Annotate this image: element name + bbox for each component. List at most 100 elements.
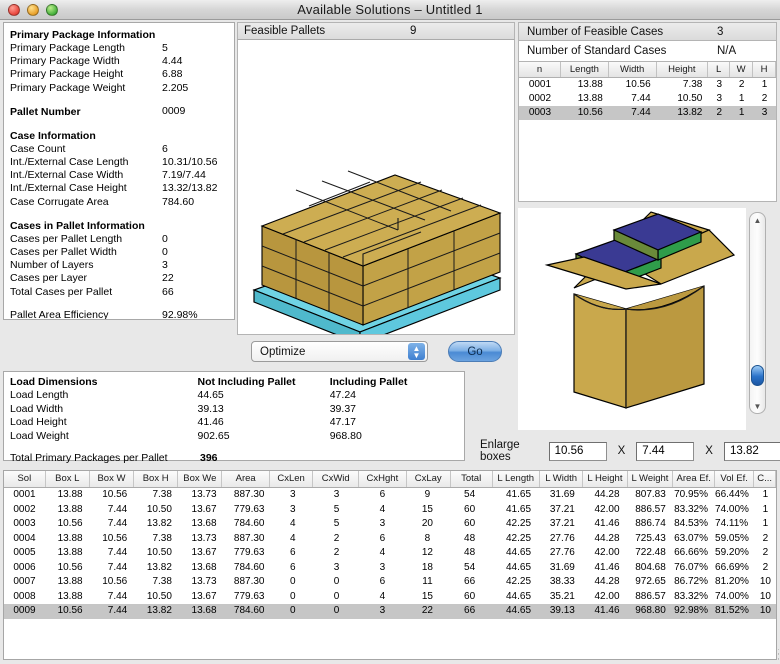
cell-height: 10.50: [677, 93, 703, 104]
cell-cxwid: 3: [333, 561, 340, 573]
info-row: Int./External Case Length 10.31/10.56: [10, 156, 228, 169]
column-header-total[interactable]: Total: [451, 471, 493, 487]
optimize-dropdown[interactable]: Optimize ▲ ▼: [251, 341, 428, 362]
cell-total: 66: [464, 605, 476, 616]
resize-grip[interactable]: [765, 649, 779, 663]
cell-l-height: 44.28: [594, 489, 620, 500]
table-row[interactable]: 0002 13.88 7.44 10.50 3 1 2: [519, 92, 776, 106]
window-titlebar: Available Solutions – Untitled 1: [0, 0, 780, 20]
column-header-cxlay[interactable]: CxLay: [407, 471, 451, 487]
total-value: 396: [200, 452, 218, 465]
cell-area-ef: 76.07%: [674, 561, 709, 573]
enlarge-height-input[interactable]: 13.82: [723, 441, 780, 461]
column-header-c[interactable]: C...: [754, 471, 776, 487]
solutions-table[interactable]: Sol Box L Box W Box H Box We Area CxLen …: [3, 470, 777, 660]
info-row: Cases per Layer 22: [10, 272, 228, 285]
table-row[interactable]: 0001 13.88 10.56 7.38 13.73 887.30 3 3 6 9 54 41.65…: [4, 488, 776, 503]
cell-area: 779.63: [233, 503, 265, 515]
table-row[interactable]: 0008 13.88 7.44 10.50 13.67 779.63 0 0 4 15 60 44.6…: [4, 590, 776, 605]
column-header-l-height[interactable]: L Height: [583, 471, 628, 487]
scrollbar-thumb[interactable]: [751, 365, 764, 386]
cell-cxhght: 3: [379, 518, 386, 529]
column-header-l-length[interactable]: L Length: [493, 471, 540, 487]
feasible-cases-table[interactable]: n Length Width Height L W H 0001 13.88 1…: [518, 61, 777, 202]
column-header-height[interactable]: Height: [657, 62, 709, 77]
enlarge-length-input[interactable]: 10.56: [548, 441, 607, 461]
cell-l-height: 42.00: [594, 503, 620, 515]
column-header-l-weight[interactable]: L Weight: [628, 471, 674, 487]
row-value: 10.31/10.56: [162, 156, 218, 169]
enlarge-width-input[interactable]: 7.44: [636, 441, 695, 461]
row-label: Load Height: [10, 416, 67, 429]
scroll-up-icon[interactable]: ▲: [750, 213, 765, 227]
feasible-pallets-label: Feasible Pallets: [244, 25, 326, 37]
column-header-l[interactable]: L: [708, 62, 731, 77]
column-header-w[interactable]: W: [730, 62, 754, 77]
column-header-area[interactable]: Area: [222, 471, 270, 487]
cell-area: 784.60: [233, 605, 265, 616]
row-incl: 47.17: [329, 416, 356, 429]
table-row-selected[interactable]: 0009 10.56 7.44 13.82 13.68 784.60 0 0 3 22 66 44.6…: [4, 604, 776, 619]
row-incl: 47.24: [329, 389, 356, 402]
cell-area-ef: 70.95%: [674, 489, 709, 500]
row-label: Load Length: [10, 389, 69, 402]
cell-l: 3: [716, 79, 723, 90]
load-dimensions-header: Load Dimensions Not Including Pallet Inc…: [10, 376, 458, 389]
cell-l: 3: [716, 93, 723, 104]
cell-l-length: 44.65: [505, 590, 532, 602]
pallet-number-value: 0009: [162, 104, 186, 117]
table-row[interactable]: 0003 10.56 7.44 13.82 13.68 784.60 4 5 3 20 60 42.2…: [4, 517, 776, 532]
case-3d-view[interactable]: [518, 208, 746, 430]
column-header-h[interactable]: H: [753, 62, 776, 77]
cell-box-we: 13.73: [191, 532, 217, 544]
table-row[interactable]: 0007 13.88 10.56 7.38 13.73 887.30 0 0 6 11 66 42.2…: [4, 575, 776, 590]
cell-cxlay: 12: [421, 547, 433, 558]
table-row[interactable]: 0005 13.88 7.44 10.50 13.67 779.63 6 2 4 12 48 44.6…: [4, 546, 776, 561]
table-row-selected[interactable]: 0003 10.56 7.44 13.82 2 1 3: [519, 106, 776, 120]
column-header-l-width[interactable]: L Width: [540, 471, 584, 487]
column-header-n[interactable]: n: [519, 62, 562, 77]
row-label: Primary Package Length: [10, 42, 125, 54]
column-header-box-w[interactable]: Box W: [90, 471, 135, 487]
cell-box-h: 13.82: [146, 605, 172, 616]
cell-l-width: 38.33: [549, 576, 575, 587]
cell-length: 13.88: [577, 79, 603, 90]
table-row[interactable]: 0001 13.88 10.56 7.38 3 2 1: [519, 78, 776, 92]
go-button[interactable]: Go: [448, 341, 502, 362]
row-label: Cases per Pallet Width: [10, 246, 117, 259]
column-header-cxhght[interactable]: CxHght: [359, 471, 407, 487]
cell-vol-ef: 66.44%: [715, 489, 749, 500]
cell-cxhght: 4: [379, 547, 386, 558]
cell-cxlen: 4: [290, 532, 296, 544]
cell-box-h: 13.82: [146, 518, 172, 529]
window-title: Available Solutions – Untitled 1: [297, 2, 483, 17]
column-header-area-ef[interactable]: Area Ef.: [673, 471, 716, 487]
cell-area-ef: 83.32%: [674, 590, 709, 602]
table-row[interactable]: 0006 10.56 7.44 13.82 13.68 784.60 6 3 3 18 54 44.6…: [4, 561, 776, 576]
cell-cxhght: 6: [379, 489, 386, 500]
column-header-length[interactable]: Length: [561, 62, 609, 77]
pallet-3d-view[interactable]: [237, 40, 515, 335]
row-value: 0: [162, 246, 168, 259]
scroll-down-icon[interactable]: ▼: [750, 399, 765, 413]
column-header-cxwid[interactable]: CxWid: [313, 471, 360, 487]
column-header-width[interactable]: Width: [609, 62, 657, 77]
column-header-sol[interactable]: Sol: [4, 471, 46, 487]
cell-box-w: 7.44: [107, 503, 128, 515]
cell-box-we: 13.67: [191, 547, 217, 558]
table-row[interactable]: 0004 13.88 10.56 7.38 13.73 887.30 4 2 6 8 48 42.25…: [4, 532, 776, 547]
cell-vol-ef: 81.20%: [715, 576, 749, 587]
info-row: Primary Package Weight 2.205: [10, 82, 228, 95]
cell-l-weight: 725.43: [635, 532, 666, 544]
cell-cxlen: 6: [290, 547, 296, 558]
column-header-vol-ef[interactable]: Vol Ef.: [715, 471, 755, 487]
column-header-box-h[interactable]: Box H: [134, 471, 179, 487]
column-header-box-we[interactable]: Box We: [178, 471, 223, 487]
cell-cxlay: 18: [421, 561, 433, 573]
column-header-box-l[interactable]: Box L: [46, 471, 90, 487]
info-row: Primary Package Length 5: [10, 42, 228, 55]
case-view-scrollbar[interactable]: ▲ ▼: [749, 212, 766, 414]
table-row[interactable]: 0002 13.88 7.44 10.50 13.67 779.63 3 5 4 15 60 41.6…: [4, 503, 776, 518]
column-header-cxlen[interactable]: CxLen: [270, 471, 314, 487]
